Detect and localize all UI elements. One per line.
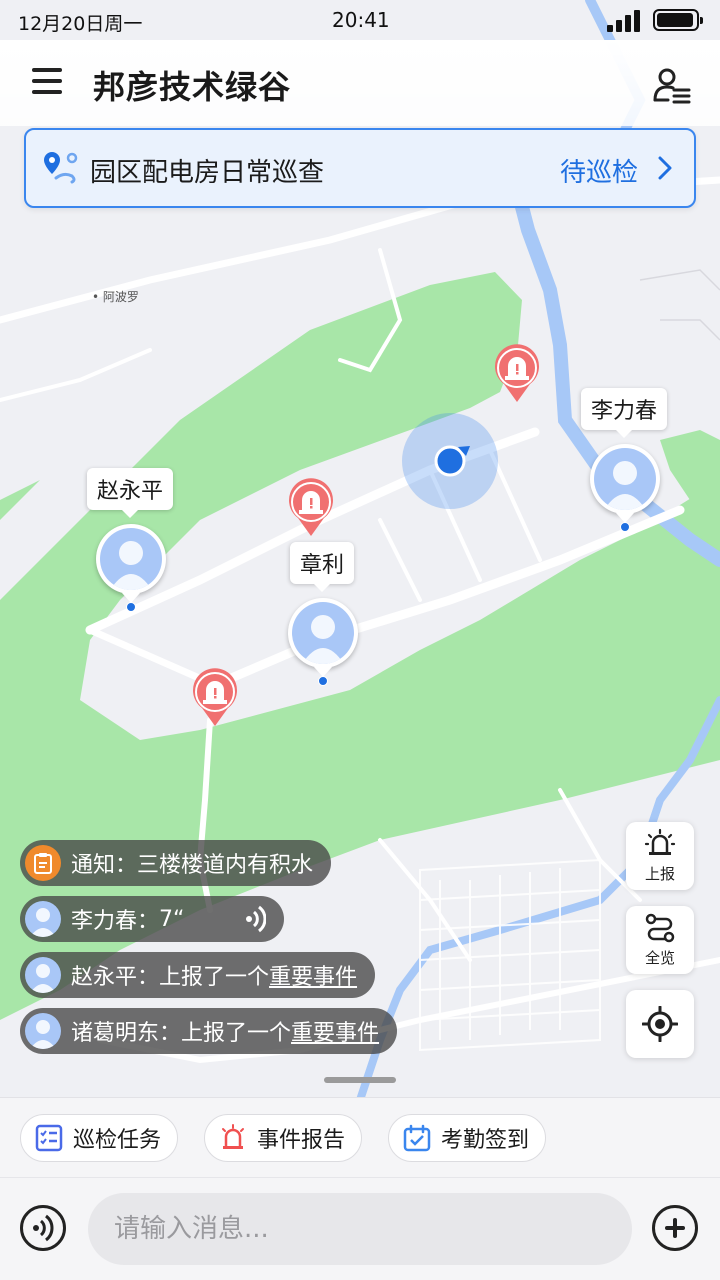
message-text: 上报了一个 <box>159 965 270 990</box>
attendance-shortcut[interactable]: 考勤签到 <box>388 1114 547 1162</box>
clipboard-icon <box>25 845 61 881</box>
status-time: 20:41 <box>332 8 390 32</box>
user-marker-li-lichun[interactable]: 李力春 <box>580 388 668 538</box>
event-link[interactable]: 重要事件 <box>291 1015 379 1047</box>
contacts-icon[interactable] <box>652 66 692 106</box>
shortcut-label: 考勤签到 <box>441 1128 530 1153</box>
location-pin-icon <box>44 152 78 184</box>
add-attachment-button[interactable] <box>652 1205 698 1251</box>
event-report-bubble[interactable]: 诸葛明东： 上报了一个 重要事件 <box>20 1008 398 1054</box>
task-list-icon <box>35 1124 63 1152</box>
location-dot <box>318 676 328 686</box>
crosshair-icon <box>642 1006 678 1042</box>
message-sender: 李力春： <box>71 909 160 934</box>
signal-icon <box>607 10 640 32</box>
page-title: 邦彦技术绿谷 <box>93 68 292 106</box>
report-button[interactable]: 上报 <box>626 822 694 890</box>
user-name-label: 李力春 <box>580 388 668 438</box>
avatar <box>25 901 61 937</box>
task-banner[interactable]: 园区配电房日常巡查 待巡检 <box>24 128 696 208</box>
alarm-icon <box>222 1124 244 1149</box>
avatar <box>25 957 61 993</box>
avatar <box>590 444 660 523</box>
user-name-label: 赵永平 <box>86 468 174 518</box>
message-sender: 通知： <box>71 853 138 878</box>
drag-handle[interactable] <box>324 1077 396 1083</box>
voice-message-bubble[interactable]: 李力春： 7“ <box>20 896 285 942</box>
message-text: 三楼楼道内有积水 <box>137 853 314 878</box>
user-marker-zhang-li[interactable]: 章利 <box>284 542 360 692</box>
avatar <box>96 524 166 603</box>
event-report-bubble[interactable]: 赵永平： 上报了一个 重要事件 <box>20 952 376 998</box>
event-report-shortcut[interactable]: 事件报告 <box>204 1114 363 1162</box>
task-title: 园区配电房日常巡查 <box>90 158 325 188</box>
voice-duration: 7“ <box>159 906 185 932</box>
calendar-check-icon <box>403 1124 431 1152</box>
place-label: • 阿波罗 <box>92 290 139 304</box>
patrol-task-shortcut[interactable]: 巡检任务 <box>20 1114 179 1162</box>
task-status: 待巡检 <box>559 158 638 188</box>
report-label: 上报 <box>644 865 675 883</box>
notice-bubble[interactable]: 通知： 三楼楼道内有积水 <box>20 840 332 886</box>
avatar <box>25 1013 61 1049</box>
message-text: 上报了一个 <box>181 1021 292 1046</box>
alarm-bell-icon <box>644 828 676 855</box>
message-input[interactable] <box>88 1193 632 1265</box>
status-bar: 12月20日周一 20:41 <box>0 0 720 40</box>
message-sender: 赵永平： <box>71 965 160 990</box>
voice-wave-icon <box>246 905 267 933</box>
shortcut-label: 事件报告 <box>257 1128 346 1153</box>
user-name-label: 章利 <box>289 542 355 592</box>
event-link[interactable]: 重要事件 <box>269 959 357 991</box>
alarm-marker[interactable] <box>286 478 336 538</box>
user-marker-zhao-yongping[interactable]: 赵永平 <box>86 468 174 618</box>
menu-icon[interactable] <box>32 68 62 94</box>
alarm-marker[interactable] <box>492 344 542 404</box>
location-dot <box>126 602 136 612</box>
chevron-right-icon <box>658 156 672 180</box>
route-icon <box>645 913 675 943</box>
voice-input-button[interactable] <box>20 1205 66 1251</box>
shortcut-label: 巡检任务 <box>73 1128 162 1153</box>
message-input-bar <box>0 1177 720 1280</box>
status-date: 12月20日周一 <box>18 13 143 35</box>
alarm-marker[interactable] <box>190 668 240 728</box>
battery-icon <box>653 9 703 31</box>
avatar <box>288 598 358 677</box>
overview-label: 全览 <box>644 949 675 967</box>
voice-icon <box>33 1214 54 1242</box>
alarm-marker-icon <box>289 478 333 536</box>
alarm-marker-icon <box>193 668 237 726</box>
message-sender: 诸葛明东： <box>71 1021 182 1046</box>
header: 邦彦技术绿谷 <box>0 40 720 126</box>
alarm-marker-icon <box>495 344 539 402</box>
locate-me-button[interactable] <box>626 990 694 1058</box>
location-dot <box>620 522 630 532</box>
overview-button[interactable]: 全览 <box>626 906 694 974</box>
shortcut-bar: 巡检任务 事件报告 考勤签到 <box>0 1097 720 1177</box>
